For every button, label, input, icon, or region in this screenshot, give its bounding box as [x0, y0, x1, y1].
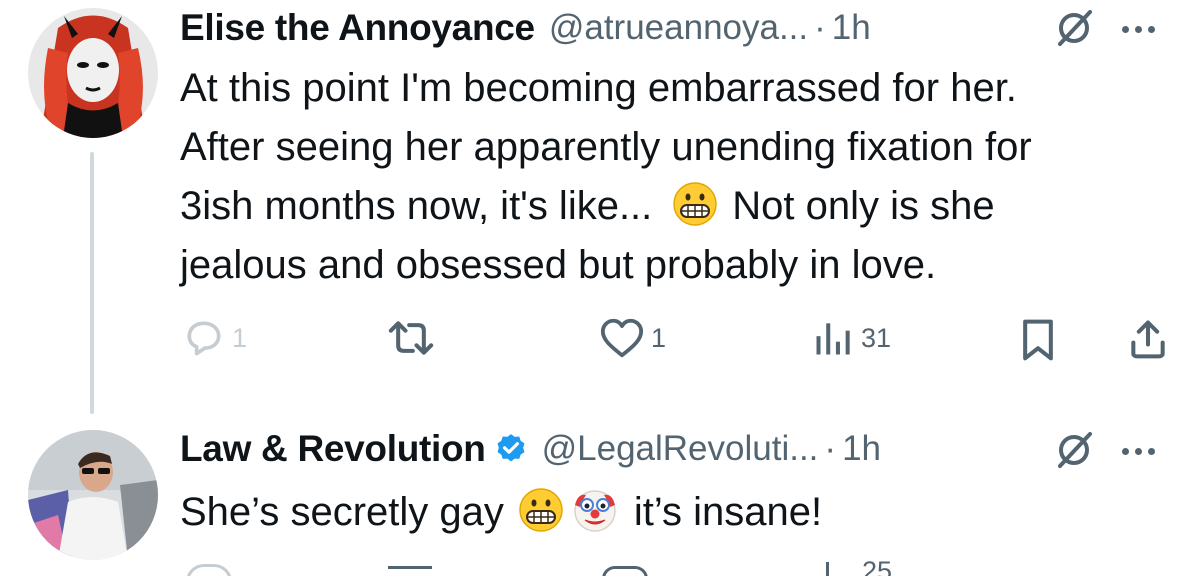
- author-handle[interactable]: @atrueannoya...: [549, 8, 808, 48]
- heart-icon: [600, 318, 644, 358]
- grimacing-face-icon: [519, 488, 563, 532]
- retweet-icon[interactable]: [388, 566, 432, 576]
- timestamp[interactable]: 1h: [832, 8, 871, 48]
- tweet-text: She’s secretly gay it’s insane!: [180, 483, 822, 542]
- text-segment: it’s insane!: [633, 490, 823, 534]
- separator-dot: ·: [824, 429, 837, 468]
- like-button[interactable]: 1: [599, 316, 666, 360]
- retweet-icon: [388, 321, 434, 355]
- view-count: 31: [861, 322, 892, 353]
- clown-face-icon: [574, 490, 616, 532]
- reply-icon: [187, 321, 221, 356]
- more-options-icon[interactable]: [1122, 448, 1155, 455]
- author-handle[interactable]: @LegalRevoluti...: [542, 429, 819, 469]
- tweet-header: Elise the Annoyance @atrueannoya... · 1h: [180, 3, 871, 53]
- text-segment: She’s secretly gay: [180, 490, 504, 534]
- heart-icon[interactable]: [602, 566, 648, 576]
- reply-button[interactable]: 1: [182, 316, 247, 360]
- tweet-text: At this point I'm becoming embarrassed f…: [180, 59, 1032, 295]
- text-line: At this point I'm becoming embarrassed f…: [180, 66, 1017, 110]
- red-haired-devil-horns-avatar-icon: [28, 8, 158, 138]
- bookmark-icon[interactable]: [1018, 318, 1058, 362]
- like-count: 1: [651, 322, 667, 353]
- reply-count: 1: [232, 322, 248, 353]
- verified-badge-icon: [497, 434, 525, 462]
- author-name[interactable]: Elise the Annoyance: [180, 7, 535, 49]
- reply-icon[interactable]: [186, 564, 232, 576]
- views-icon[interactable]: [826, 562, 829, 576]
- tweet-actions-partial: 25: [0, 560, 1200, 576]
- more-options-icon[interactable]: [1122, 26, 1155, 33]
- view-count: 25: [862, 560, 893, 576]
- tweet-actions: 1 1 31: [0, 308, 1200, 368]
- avatar-elise[interactable]: [28, 8, 158, 138]
- thread-line: [90, 152, 94, 414]
- text-line: After seeing her apparently unending fix…: [180, 125, 1032, 169]
- grok-icon[interactable]: [1052, 428, 1096, 472]
- views-icon: [816, 323, 850, 355]
- text-segment: Not only is she: [732, 184, 995, 228]
- author-name[interactable]: Law & Revolution: [180, 428, 486, 470]
- tweet-header: Law & Revolution @LegalRevoluti... · 1h: [180, 424, 881, 474]
- views-button[interactable]: 31: [811, 316, 891, 360]
- share-icon[interactable]: [1126, 316, 1170, 362]
- person-sunglasses-pride-flag-avatar-icon: [28, 430, 158, 560]
- retweet-button[interactable]: [385, 316, 437, 360]
- avatar-law-revolution[interactable]: [28, 430, 158, 560]
- text-line: 3ish months now, it's like... Not only i…: [180, 177, 1032, 236]
- timestamp[interactable]: 1h: [842, 429, 881, 469]
- text-line: jealous and obsessed but probably in lov…: [180, 243, 937, 287]
- separator-dot: ·: [814, 8, 826, 47]
- grimacing-face-icon: [673, 182, 718, 226]
- text-segment: 3ish months now, it's like...: [180, 184, 653, 228]
- grok-icon[interactable]: [1052, 6, 1096, 50]
